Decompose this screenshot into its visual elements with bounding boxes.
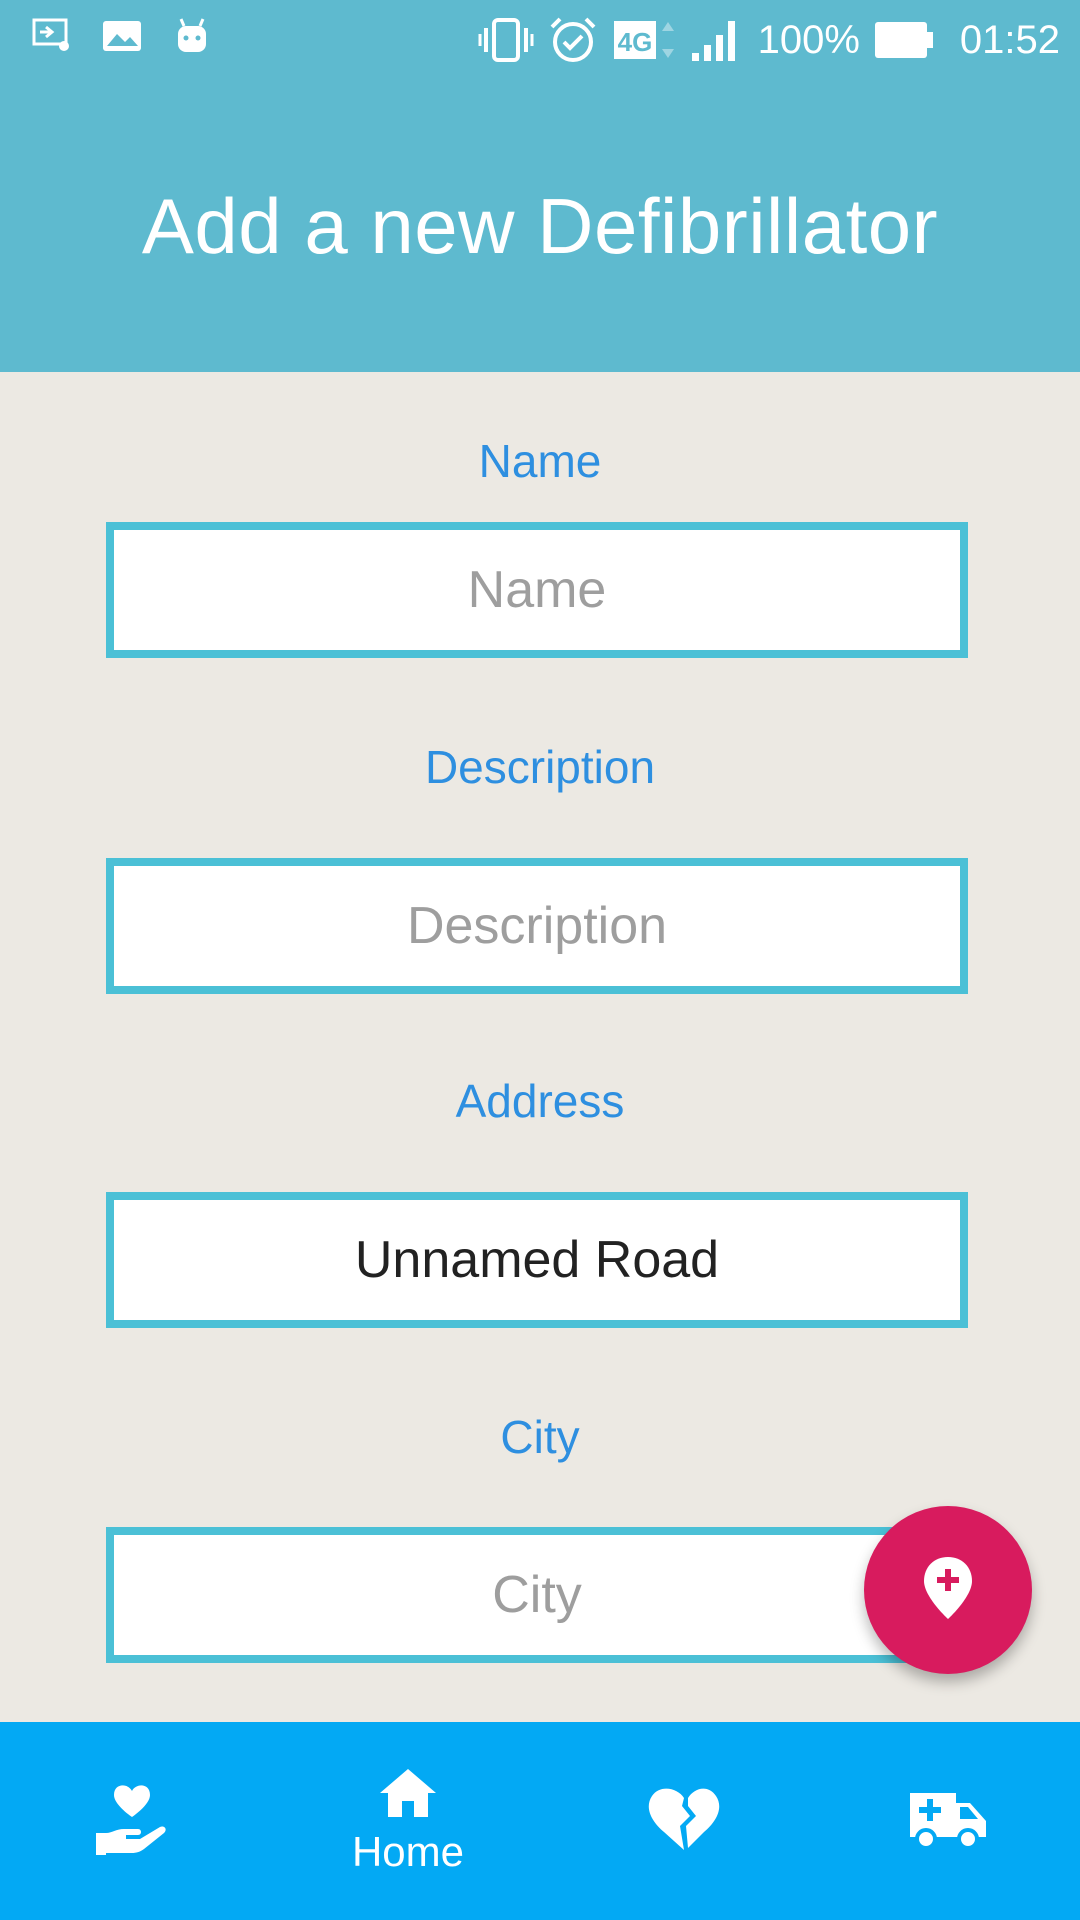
vibrate-icon	[478, 18, 534, 62]
city-input[interactable]: City	[106, 1527, 968, 1663]
add-location-icon	[922, 1555, 974, 1626]
signal-icon	[690, 17, 744, 63]
android-icon	[172, 16, 212, 56]
nav-item-ambulance[interactable]	[848, 1722, 1048, 1920]
image-icon	[102, 20, 142, 52]
nav-item-heart-hand[interactable]	[32, 1722, 232, 1920]
heart-hand-icon	[94, 1783, 170, 1860]
nav-item-home[interactable]: Home	[308, 1722, 508, 1920]
description-label: Description	[424, 741, 656, 793]
name-input[interactable]: Name	[106, 522, 968, 658]
ambulance-icon	[908, 1787, 988, 1856]
broken-heart-icon	[646, 1786, 722, 1857]
name-label: Name	[478, 435, 602, 487]
alarm-icon	[548, 15, 598, 65]
bottom-navigation: Home	[0, 1722, 1080, 1920]
app-header: Add a new Defibrillator	[0, 80, 1080, 372]
nav-item-broken-heart[interactable]	[584, 1722, 784, 1920]
network-4g-icon: 4G	[612, 17, 676, 63]
description-input[interactable]: Description	[106, 858, 968, 994]
city-label: City	[500, 1411, 580, 1463]
nav-label-home: Home	[351, 1827, 465, 1875]
battery-icon	[874, 20, 934, 60]
battery-percent: 100%	[757, 17, 860, 62]
add-location-button[interactable]	[864, 1506, 1032, 1674]
clock-time: 01:52	[959, 17, 1060, 62]
status-bar: 4G 100% 01:52	[0, 0, 1080, 80]
page-title: Add a new Defibrillator	[141, 181, 939, 270]
address-label: Address	[455, 1075, 625, 1127]
address-input[interactable]: Unnamed Road	[106, 1192, 968, 1328]
home-icon	[378, 1767, 438, 1824]
screencast-icon	[32, 18, 72, 54]
svg-text:4G: 4G	[617, 27, 652, 57]
